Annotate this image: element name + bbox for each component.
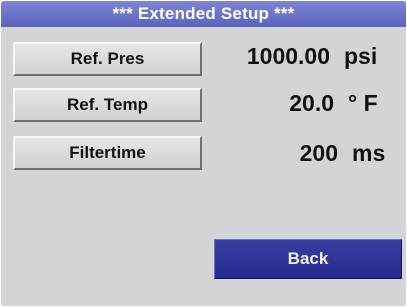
filtertime-readout: 200 ms — [206, 135, 396, 171]
ref-pres-unit: psi — [344, 42, 378, 69]
extended-setup-screen: *** Extended Setup *** Ref. Pres 1000.00… — [1, 1, 406, 306]
ref-temp-value: 20.0 — [289, 89, 334, 116]
ref-pres-button[interactable]: Ref. Pres — [13, 42, 202, 76]
ref-temp-readout: 20.0 ° F — [206, 85, 396, 121]
back-button[interactable]: Back — [214, 239, 402, 279]
ref-temp-unit: ° F — [348, 89, 378, 116]
filtertime-unit: ms — [352, 139, 386, 166]
ref-pres-readout: 1000.00 psi — [206, 38, 396, 74]
filtertime-button[interactable]: Filtertime — [13, 136, 202, 170]
screen-title: *** Extended Setup *** — [1, 1, 406, 27]
ref-temp-button[interactable]: Ref. Temp — [13, 88, 202, 122]
ref-pres-value: 1000.00 — [246, 42, 330, 69]
filtertime-value: 200 — [299, 139, 338, 166]
